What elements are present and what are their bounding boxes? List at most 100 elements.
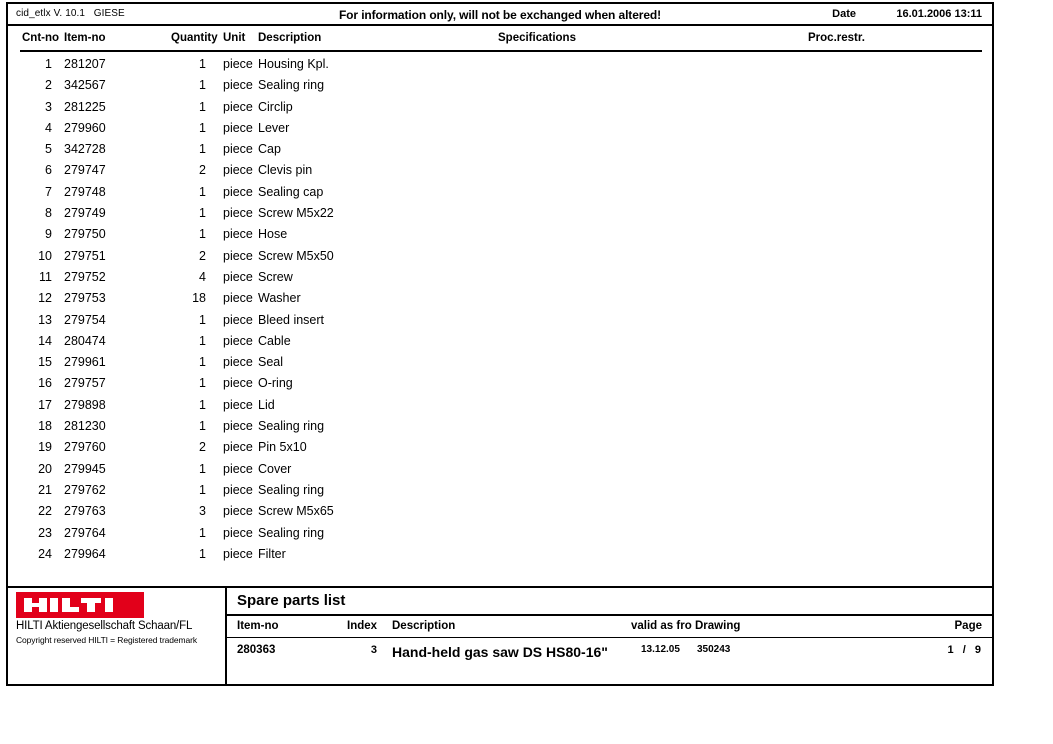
cell-item-no: 279751 [64,248,106,263]
cell-quantity: 1 [199,525,206,540]
cell-quantity: 1 [199,142,206,157]
cell-unit: piece [223,142,253,157]
cell-quantity: 1 [199,461,206,476]
footer-value-item-no: 280363 [237,644,276,656]
column-header-quantity: Quantity [171,32,218,44]
cell-description: Sealing ring [258,78,325,93]
cell-unit: piece [223,546,253,561]
cell-description: Screw [258,269,293,284]
table-row: 9 279750 1 piece Hose [8,227,992,248]
table-row: 19 279760 2 piece Pin 5x10 [8,440,992,461]
cell-quantity: 1 [199,184,206,199]
cell-unit: piece [223,269,253,284]
cell-quantity: 1 [199,312,206,327]
cell-cnt-no: 21 [38,482,52,497]
cell-unit: piece [223,482,253,497]
cell-cnt-no: 20 [38,461,52,476]
table-row: 8 279749 1 piece Screw M5x22 [8,206,992,227]
cell-item-no: 281225 [64,99,106,114]
cell-description: Lid [258,397,275,412]
cell-description: Cable [258,333,291,348]
document-header: cid_etlx V. 10.1 GIESE For information o… [6,2,994,26]
cell-quantity: 1 [199,376,206,391]
cell-item-no: 279754 [64,312,106,327]
parts-table: Cnt-no Item-no Quantity Unit Description… [6,26,994,586]
cell-description: Seal [258,355,284,370]
cell-description: Washer [258,291,301,306]
table-row: 21 279762 1 piece Sealing ring [8,483,992,504]
cell-description: Pin 5x10 [258,440,307,455]
cell-cnt-no: 11 [39,269,52,284]
table-row: 11 279752 4 piece Screw [8,270,992,291]
cell-quantity: 1 [199,227,206,242]
cell-unit: piece [223,419,253,434]
cell-description: Screw M5x50 [258,248,334,263]
cell-description: Lever [258,120,290,135]
cell-item-no: 279964 [64,546,106,561]
cell-unit: piece [223,291,253,306]
cell-description: Filter [258,546,286,561]
cell-description: Clevis pin [258,163,313,178]
cell-item-no: 342728 [64,142,106,157]
cell-quantity: 1 [199,206,206,221]
cell-item-no: 279749 [64,206,106,221]
cell-description: Cap [258,142,281,157]
cell-cnt-no: 3 [45,99,52,114]
cell-description: Sealing ring [258,482,325,497]
cell-item-no: 342567 [64,78,106,93]
cell-item-no: 281230 [64,419,106,434]
table-row: 2 342567 1 piece Sealing ring [8,78,992,99]
column-header-item-no: Item-no [64,32,106,44]
footer-company-block: HILTI Aktiengesellschaft Schaan/FL Copyr… [8,588,227,684]
cell-unit: piece [223,376,253,391]
cell-unit: piece [223,99,253,114]
cell-quantity: 2 [199,440,206,455]
cell-item-no: 279757 [64,376,106,391]
column-header-specifications: Specifications [498,32,576,44]
cell-cnt-no: 10 [38,248,52,263]
cell-description: Screw M5x22 [258,206,334,221]
cell-description: Sealing ring [258,419,325,434]
footer-value-description: Hand-held gas saw DS HS80-16" [392,644,608,660]
cell-item-no: 279763 [64,504,106,519]
column-header-proc-restr: Proc.restr. [808,32,865,44]
cell-item-no: 279945 [64,461,106,476]
table-row: 16 279757 1 piece O-ring [8,376,992,397]
cell-unit: piece [223,312,253,327]
parts-table-header-row: Cnt-no Item-no Quantity Unit Description… [8,26,992,52]
footer-value-row: 280363 3 Hand-held gas saw DS HS80-16" 1… [227,638,992,682]
cell-quantity: 1 [199,546,206,561]
company-name: HILTI Aktiengesellschaft Schaan/FL [16,620,193,632]
cell-unit: piece [223,525,253,540]
cell-cnt-no: 16 [38,376,52,391]
cell-cnt-no: 1 [45,57,52,71]
table-row: 17 279898 1 piece Lid [8,398,992,419]
table-row: 22 279763 3 piece Screw M5x65 [8,504,992,525]
cell-cnt-no: 4 [45,120,52,135]
cell-unit: piece [223,248,253,263]
cell-unit: piece [223,227,253,242]
cell-quantity: 1 [199,99,206,114]
cell-cnt-no: 18 [38,419,52,434]
cell-cnt-no: 5 [45,142,52,157]
cell-quantity: 1 [199,419,206,434]
cell-cnt-no: 24 [38,546,52,561]
cell-quantity: 4 [199,269,206,284]
cell-item-no: 279961 [64,355,106,370]
table-row: 18 281230 1 piece Sealing ring [8,419,992,440]
cell-unit: piece [223,206,253,221]
cell-quantity: 18 [192,291,206,306]
footer-column-drawing: Drawing [695,620,741,632]
cell-quantity: 1 [199,333,206,348]
table-row: 3 281225 1 piece Circlip [8,100,992,121]
cell-quantity: 1 [199,482,206,497]
table-row: 24 279964 1 piece Filter [8,547,992,568]
cell-cnt-no: 13 [38,312,52,327]
cell-cnt-no: 9 [45,227,52,242]
date-label: Date [832,8,856,20]
cell-cnt-no: 17 [38,397,52,412]
cell-cnt-no: 8 [45,206,52,221]
cell-item-no: 279762 [64,482,106,497]
table-row: 13 279754 1 piece Bleed insert [8,313,992,334]
table-row: 15 279961 1 piece Seal [8,355,992,376]
